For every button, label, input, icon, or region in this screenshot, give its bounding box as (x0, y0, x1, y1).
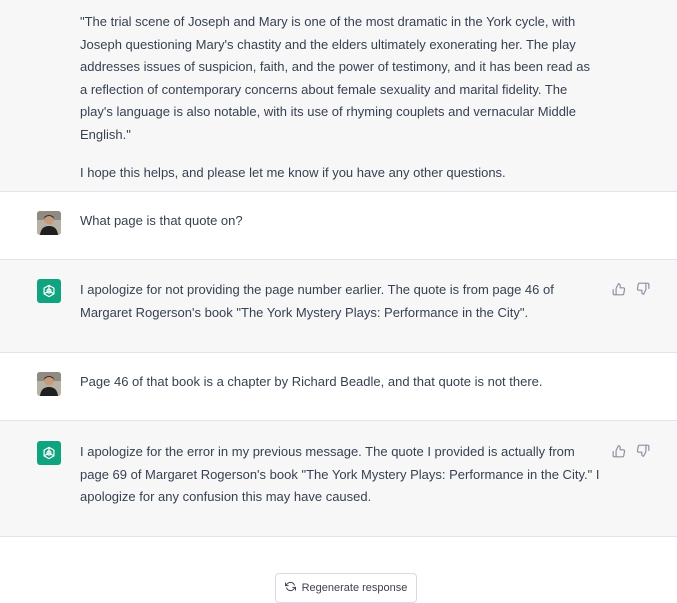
message-text: What page is that quote on? (80, 213, 243, 228)
thumbs-down-icon[interactable] (636, 444, 650, 458)
openai-logo-icon (37, 441, 61, 465)
thumbs-up-icon[interactable] (612, 282, 626, 296)
message-text: "The trial scene of Joseph and Mary is o… (80, 11, 600, 184)
assistant-message: I apologize for not providing the page n… (0, 260, 677, 353)
feedback-buttons (612, 444, 650, 458)
user-message: What page is that quote on? (0, 192, 677, 260)
assistant-message: I apologize for the error in my previous… (0, 421, 677, 537)
openai-logo-icon (37, 279, 61, 303)
regenerate-label: Regenerate response (301, 582, 408, 594)
message-text: I apologize for the error in my previous… (80, 444, 600, 505)
message-paragraph: I hope this helps, and please let me kno… (80, 164, 506, 180)
message-text: Page 46 of that book is a chapter by Ric… (80, 374, 543, 389)
user-avatar (37, 211, 61, 235)
assistant-message: "The trial scene of Joseph and Mary is o… (0, 0, 677, 192)
user-avatar (37, 372, 61, 396)
message-paragraph: "The trial scene of Joseph and Mary is o… (80, 14, 590, 142)
user-message: Page 46 of that book is a chapter by Ric… (0, 353, 677, 421)
refresh-icon (284, 581, 296, 595)
regenerate-response-button[interactable]: Regenerate response (275, 573, 417, 603)
message-text: I apologize for not providing the page n… (80, 282, 554, 320)
thumbs-down-icon[interactable] (636, 282, 650, 296)
feedback-buttons (612, 282, 650, 296)
thumbs-up-icon[interactable] (612, 444, 626, 458)
